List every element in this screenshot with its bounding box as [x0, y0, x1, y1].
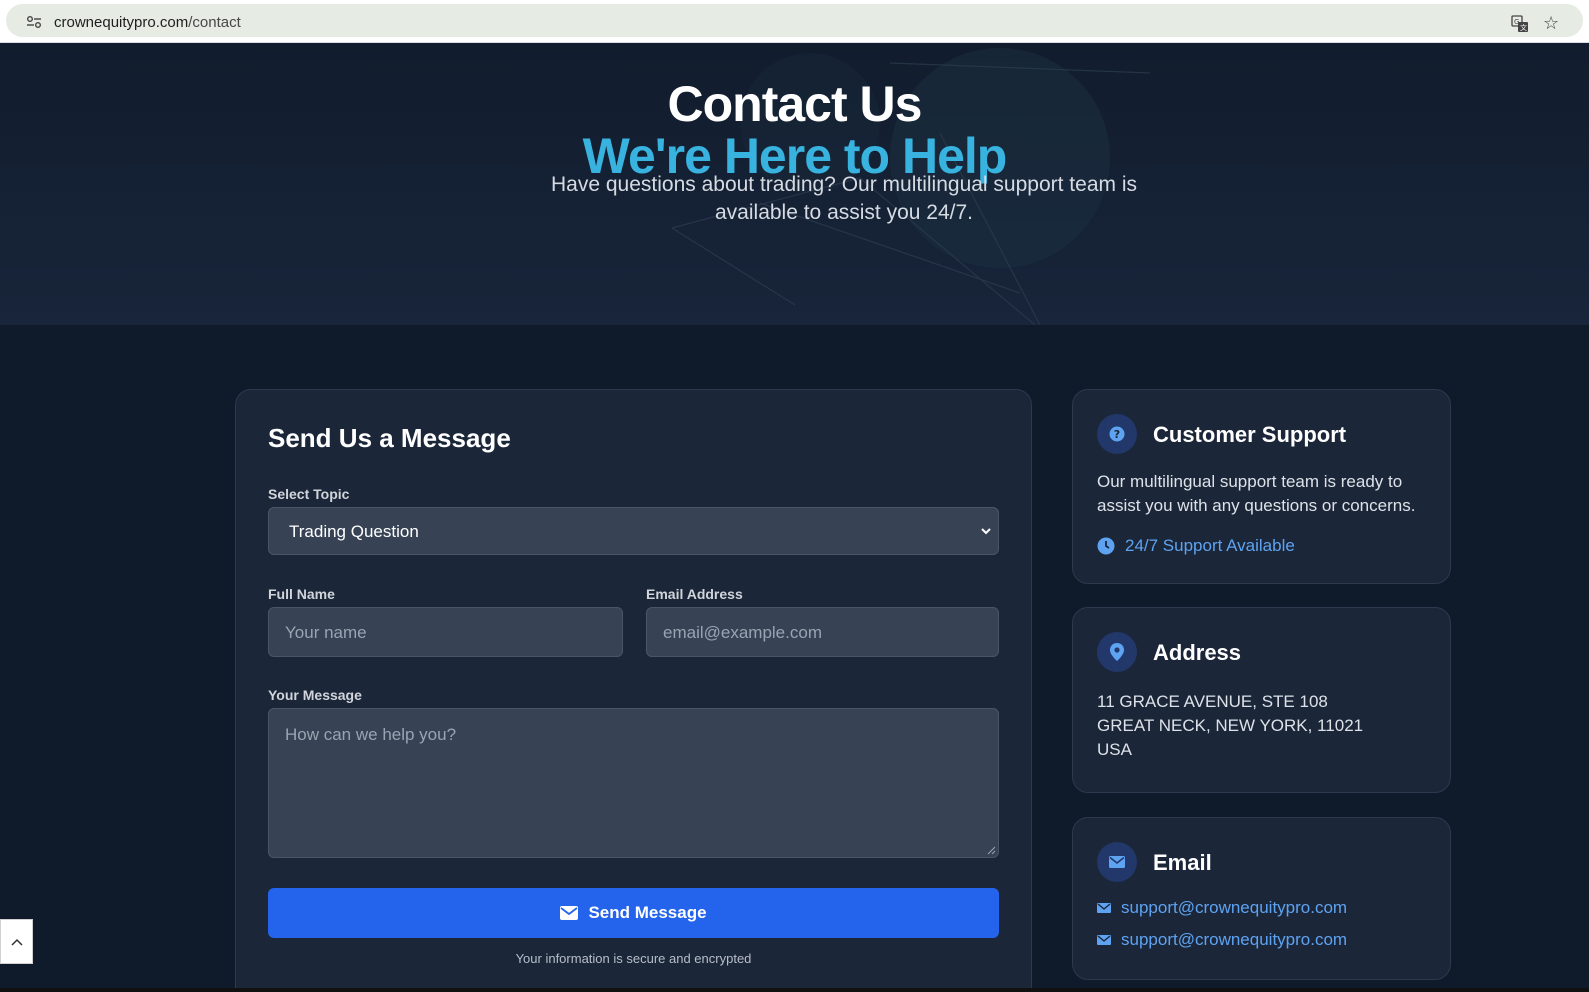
- send-button-label: Send Message: [588, 903, 707, 922]
- scroll-to-top-button[interactable]: [0, 919, 33, 964]
- translate-icon[interactable]: G 文: [1511, 15, 1529, 33]
- question-circle-icon: ?: [1109, 426, 1125, 442]
- full-name-input[interactable]: Your name: [268, 607, 623, 657]
- topic-label: Select Topic: [268, 486, 350, 502]
- address-card-title: Address: [1153, 640, 1242, 665]
- address-line-2: GREAT NECK, NEW YORK, 11021: [1097, 716, 1364, 735]
- svg-text:文: 文: [1520, 23, 1527, 32]
- message-placeholder: How can we help you?: [285, 725, 457, 744]
- url-path: /contact: [188, 14, 241, 31]
- support-card-title: Customer Support: [1153, 422, 1347, 447]
- envelope-icon: [560, 906, 579, 920]
- envelope-icon: [1097, 935, 1111, 945]
- envelope-icon: [1109, 856, 1125, 868]
- envelope-icon: [1097, 903, 1111, 913]
- secure-note: Your information is secure and encrypted: [515, 951, 752, 966]
- name-label: Full Name: [268, 586, 335, 602]
- address-icon-badge: [1097, 632, 1137, 672]
- chevron-up-icon: [10, 938, 23, 946]
- svg-text:?: ?: [1114, 428, 1120, 441]
- bottom-edge: [0, 988, 1589, 992]
- topic-select-value: Trading Question: [289, 522, 419, 541]
- message-textarea[interactable]: How can we help you?: [268, 708, 999, 858]
- topic-select[interactable]: Trading Question: [268, 507, 999, 555]
- email-line-1[interactable]: support@crownequitypro.com: [1097, 898, 1347, 918]
- contact-form-card: Send Us a Message Select Topic Trading Q…: [235, 389, 1032, 992]
- svg-text:G: G: [1514, 18, 1519, 26]
- email-link-1[interactable]: support@crownequitypro.com: [1121, 898, 1347, 918]
- map-pin-icon: [1110, 643, 1124, 661]
- address-card: Address 11 GRACE AVENUE, STE 108 GREAT N…: [1072, 607, 1451, 793]
- hero-description: Have questions about trading? Our multil…: [551, 173, 1137, 224]
- address-line-3: USA: [1097, 740, 1132, 759]
- name-placeholder: Your name: [285, 623, 367, 642]
- email-line-2[interactable]: support@crownequitypro.com: [1097, 930, 1347, 950]
- address-line-1: 11 GRACE AVENUE, STE 108: [1097, 692, 1328, 711]
- clock-icon: [1097, 537, 1115, 555]
- bookmark-star-icon[interactable]: ☆: [1543, 14, 1561, 32]
- email-card: Email support@crownequitypro.com support…: [1072, 817, 1451, 980]
- url-text[interactable]: crownequitypro.com/contact: [54, 14, 241, 31]
- email-card-title: Email: [1153, 850, 1212, 875]
- page-title: Contact Us: [667, 76, 923, 132]
- customer-support-card: ? Customer Support Our multilingual supp…: [1072, 389, 1451, 584]
- browser-toolbar: crownequitypro.com/contact G 文 ☆: [0, 0, 1589, 43]
- hero-section: Contact Us We're Here to Help Have quest…: [0, 43, 1589, 325]
- email-placeholder: email@example.com: [663, 623, 822, 642]
- site-info-icon[interactable]: [26, 15, 42, 29]
- resize-handle-icon[interactable]: [987, 846, 996, 855]
- address-bar[interactable]: crownequitypro.com/contact G 文 ☆: [6, 4, 1583, 37]
- support-availability: 24/7 Support Available: [1097, 536, 1295, 556]
- support-icon-badge: ?: [1097, 414, 1137, 454]
- chevron-down-icon: [981, 528, 991, 535]
- email-link-2[interactable]: support@crownequitypro.com: [1121, 930, 1347, 950]
- url-domain: crownequitypro.com: [54, 14, 189, 31]
- email-input[interactable]: email@example.com: [646, 607, 999, 657]
- email-label: Email Address: [646, 586, 743, 602]
- message-label: Your Message: [268, 687, 362, 703]
- send-message-button[interactable]: Send Message: [268, 888, 999, 938]
- form-title: Send Us a Message: [268, 423, 511, 453]
- support-availability-text: 24/7 Support Available: [1125, 536, 1295, 555]
- email-icon-badge: [1097, 842, 1137, 882]
- support-card-text: Our multilingual support team is ready t…: [1097, 472, 1416, 515]
